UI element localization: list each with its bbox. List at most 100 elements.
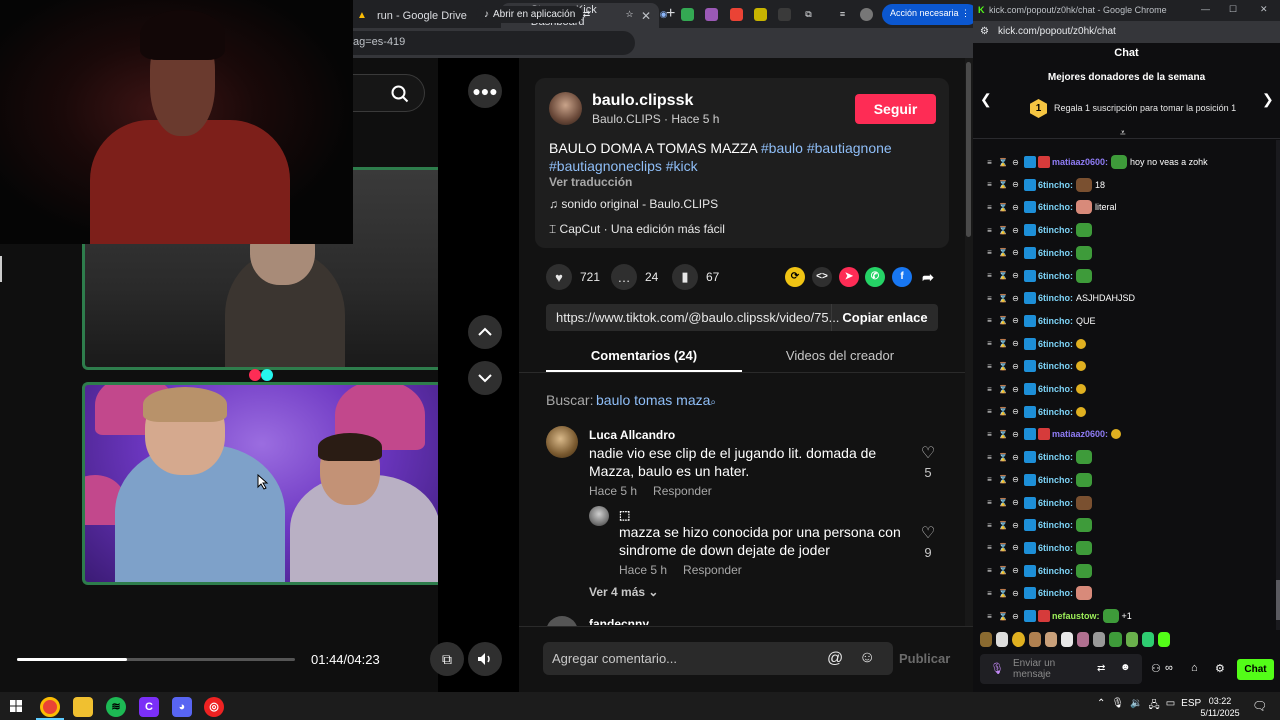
capcut-taskbar-icon[interactable]: C bbox=[139, 697, 159, 717]
chat-username[interactable]: 6tincho: bbox=[1038, 520, 1073, 530]
next-video-button[interactable] bbox=[468, 361, 502, 395]
close-icon[interactable]: ✕ bbox=[641, 9, 651, 23]
chat-username[interactable]: 6tincho: bbox=[1038, 407, 1073, 417]
settings-gear-icon[interactable]: ⚙ bbox=[1215, 662, 1225, 675]
chat-username[interactable]: 6tincho: bbox=[1038, 475, 1073, 485]
timeout-icon[interactable]: ⌛ bbox=[998, 589, 1008, 598]
tab-comments[interactable]: Comentarios (24) bbox=[546, 348, 742, 363]
timeout-icon[interactable]: ⌛ bbox=[998, 385, 1008, 394]
follow-button[interactable]: Seguir bbox=[855, 94, 936, 124]
search-icon[interactable] bbox=[391, 85, 409, 103]
pin-icon[interactable]: ≡ bbox=[985, 316, 994, 325]
comment-icon[interactable]: … bbox=[611, 264, 637, 290]
close-window-icon[interactable]: ✕ bbox=[1260, 4, 1268, 15]
ban-icon[interactable]: ⊖ bbox=[1011, 543, 1020, 552]
link-icon[interactable]: ∞ bbox=[1165, 662, 1173, 674]
ban-icon[interactable]: ⊖ bbox=[1011, 339, 1020, 348]
search-term-link[interactable]: baulo tomas maza⌕ bbox=[596, 392, 716, 408]
heart-outline-icon[interactable]: ♡ bbox=[918, 523, 938, 543]
post-username[interactable]: baulo.clipssk bbox=[592, 92, 693, 110]
file-explorer-icon[interactable] bbox=[73, 697, 93, 717]
pin-icon[interactable]: ≡ bbox=[985, 430, 994, 439]
whatsapp-icon[interactable]: ✆ bbox=[865, 267, 885, 287]
extension-icon[interactable] bbox=[705, 8, 718, 21]
timeout-icon[interactable]: ⌛ bbox=[998, 521, 1008, 530]
chat-message[interactable]: ≡ ⌛ ⊖ 6tincho: bbox=[985, 335, 1089, 353]
facebook-icon[interactable]: f bbox=[892, 267, 912, 287]
timeout-icon[interactable]: ⌛ bbox=[998, 339, 1008, 348]
timeout-icon[interactable]: ⌛ bbox=[998, 248, 1008, 257]
reply-button[interactable]: Responder bbox=[683, 563, 742, 577]
save-stat[interactable]: ▮ 67 bbox=[672, 264, 719, 290]
timeout-icon[interactable]: ⌛ bbox=[998, 180, 1008, 189]
chat-message[interactable]: ≡ ⌛ ⊖ 6tincho: bbox=[985, 448, 1095, 466]
ban-icon[interactable]: ⊖ bbox=[1011, 498, 1020, 507]
chat-message[interactable]: ≡ ⌛ ⊖ 6tincho: bbox=[985, 403, 1089, 421]
chat-message[interactable]: ≡ ⌛ ⊖ 6tincho: bbox=[985, 380, 1089, 398]
chat-message[interactable]: ≡ ⌛ ⊖ 6tincho: bbox=[985, 494, 1095, 512]
ban-icon[interactable]: ⊖ bbox=[1011, 475, 1020, 484]
pin-icon[interactable]: ≡ bbox=[985, 612, 994, 621]
pin-icon[interactable]: ≡ bbox=[985, 180, 994, 189]
comment-author[interactable]: Luca Allcandro bbox=[589, 428, 675, 442]
ban-icon[interactable]: ⊖ bbox=[1011, 180, 1020, 189]
spotify-icon[interactable]: ≋ bbox=[106, 697, 126, 717]
translate-icon[interactable]: ⇄ bbox=[1097, 663, 1105, 674]
chat-username[interactable]: 6tincho: bbox=[1038, 361, 1073, 371]
hashtag-link[interactable]: #bautiagnone bbox=[807, 140, 892, 156]
timeout-icon[interactable]: ⌛ bbox=[998, 203, 1008, 212]
comment-stat[interactable]: … 24 bbox=[611, 264, 658, 290]
ban-icon[interactable]: ⊖ bbox=[1011, 521, 1020, 530]
pin-icon[interactable]: ≡ bbox=[985, 407, 994, 416]
emote-icon[interactable] bbox=[1093, 632, 1106, 647]
reply-author[interactable]: ⬚ bbox=[619, 508, 630, 522]
emote-icon[interactable] bbox=[1141, 632, 1154, 647]
chat-message[interactable]: ≡ ⌛ ⊖ 6tincho: QUE bbox=[985, 312, 1096, 330]
chat-scrollbar[interactable] bbox=[1276, 140, 1280, 630]
ban-icon[interactable]: ⊖ bbox=[1011, 203, 1020, 212]
heart-icon[interactable]: ♥ bbox=[546, 264, 572, 290]
pin-icon[interactable]: ≡ bbox=[985, 362, 994, 371]
chat-username[interactable]: 6tincho: bbox=[1038, 248, 1073, 258]
translate-link[interactable]: Ver traducción bbox=[549, 175, 632, 189]
ban-icon[interactable]: ⊖ bbox=[1011, 430, 1020, 439]
windows-start-icon[interactable] bbox=[10, 700, 22, 712]
chat-message[interactable]: ≡ ⌛ ⊖ 6tincho: bbox=[985, 539, 1095, 557]
shield-extension-icon[interactable] bbox=[681, 8, 694, 21]
chat-username[interactable]: 6tincho: bbox=[1038, 271, 1073, 281]
chat-message[interactable]: ≡ ⌛ ⊖ 6tincho: bbox=[985, 267, 1095, 285]
comment-input-placeholder[interactable]: Agregar comentario... bbox=[552, 651, 677, 666]
share-arrow-icon[interactable]: ➦ bbox=[918, 267, 938, 287]
share-url-text[interactable]: https://www.tiktok.com/@baulo.clipssk/vi… bbox=[556, 310, 839, 325]
extension-icon[interactable] bbox=[754, 8, 767, 21]
avatar[interactable] bbox=[589, 506, 609, 526]
chat-message[interactable]: ≡ ⌛ ⊖ matiaaz0600: bbox=[985, 425, 1124, 443]
music-row[interactable]: ♫ sonido original - Baulo.CLIPS bbox=[549, 197, 718, 211]
timeout-icon[interactable]: ⌛ bbox=[998, 612, 1008, 621]
community-icon[interactable]: ⚇ bbox=[1151, 662, 1161, 675]
pin-icon[interactable]: ≡ bbox=[985, 385, 994, 394]
chat-message[interactable]: ≡ ⌛ ⊖ 6tincho: bbox=[985, 584, 1095, 602]
puzzle-icon[interactable]: ⧉ bbox=[802, 8, 815, 21]
reply-button[interactable]: Responder bbox=[653, 484, 712, 498]
chevron-right-icon[interactable]: ❯ bbox=[1262, 91, 1274, 108]
chat-username[interactable]: nefaustow: bbox=[1052, 611, 1100, 621]
chat-username[interactable]: matiaaz0600: bbox=[1052, 429, 1108, 439]
microphone-icon[interactable]: 🎙 bbox=[1111, 698, 1124, 715]
extension-icon[interactable] bbox=[730, 8, 743, 21]
timeout-icon[interactable]: ⌛ bbox=[998, 475, 1008, 484]
tab-creator-videos[interactable]: Videos del creador bbox=[742, 348, 938, 363]
keyboard-lang[interactable]: ESP bbox=[1181, 698, 1201, 715]
ban-icon[interactable]: ⊖ bbox=[1011, 158, 1020, 167]
ban-icon[interactable]: ⊖ bbox=[1011, 589, 1020, 598]
ban-icon[interactable]: ⊖ bbox=[1011, 385, 1020, 394]
chat-username[interactable]: 6tincho: bbox=[1038, 225, 1073, 235]
pin-icon[interactable]: ≡ bbox=[985, 226, 994, 235]
chrome-taskbar-icon[interactable] bbox=[40, 697, 60, 717]
pin-icon[interactable]: ≡ bbox=[985, 498, 994, 507]
ban-icon[interactable]: ⊖ bbox=[1011, 316, 1020, 325]
chat-message[interactable]: ≡ ⌛ ⊖ 6tincho: bbox=[985, 516, 1095, 534]
like-stat[interactable]: ♥ 721 bbox=[546, 264, 600, 290]
embed-icon[interactable]: <> bbox=[812, 267, 832, 287]
pin-icon[interactable]: ≡ bbox=[985, 248, 994, 257]
